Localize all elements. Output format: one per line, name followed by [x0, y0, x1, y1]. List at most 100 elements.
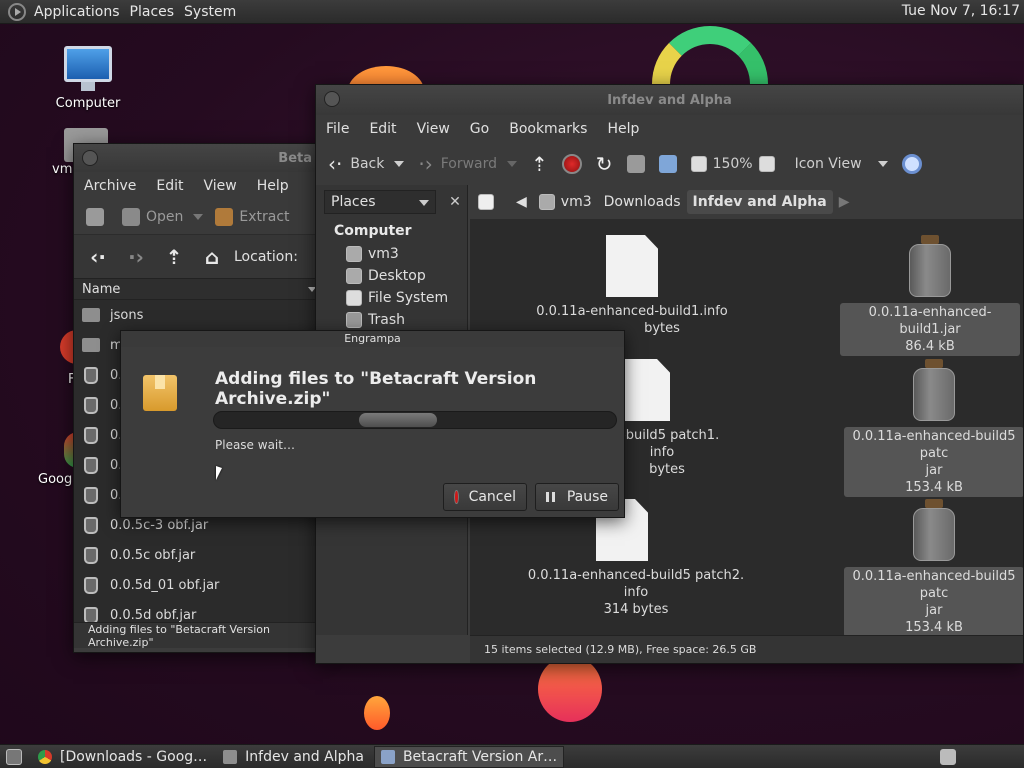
open-icon	[122, 208, 140, 226]
list-item[interactable]: 0.0.5d obf.jar	[74, 600, 322, 622]
menu-system[interactable]: System	[184, 4, 246, 20]
progress-dialog: Engrampa Adding files to "Betacraft Vers…	[120, 330, 625, 518]
window-menu-icon[interactable]	[82, 150, 98, 166]
forward-button[interactable]: ·› Forward	[418, 152, 518, 176]
cancel-button[interactable]: Cancel	[443, 483, 527, 511]
dialog-title[interactable]: Engrampa	[121, 331, 624, 347]
menu-applications[interactable]: Applications	[34, 4, 130, 20]
sidebar-item-file-system[interactable]: File System	[316, 287, 467, 309]
home-icon[interactable]: ⌂	[198, 243, 226, 271]
list-item[interactable]: jsons	[74, 300, 322, 330]
menu-edit[interactable]: Edit	[146, 178, 193, 194]
forward-arrow-icon: ·›	[418, 152, 433, 176]
menu-view[interactable]: View	[194, 178, 247, 194]
reload-icon[interactable]: ↻	[596, 152, 613, 176]
file-name: 0.0.5c-3 obf.jar	[110, 517, 209, 533]
new-archive-icon[interactable]	[86, 208, 104, 226]
jar-file-icon	[84, 546, 98, 564]
back-arrow-icon[interactable]: ‹·	[84, 243, 112, 271]
file-name: 0.0.5d obf.jar	[110, 607, 197, 623]
file-name: 0.0.11a-enhanced-build5 patc	[852, 429, 1016, 461]
file-size: 86.4 kB	[905, 339, 955, 354]
zoom-level: 150%	[712, 156, 753, 172]
list-item[interactable]: 0.0.5d_01 obf.jar	[74, 570, 322, 600]
task-label: Infdev and Alpha	[245, 748, 364, 765]
zoom-in-icon[interactable]	[758, 156, 775, 172]
extract-label: Extract	[239, 209, 290, 225]
menu-archive[interactable]: Archive	[74, 178, 146, 194]
file-manager-titlebar[interactable]: Infdev and Alpha	[316, 85, 1023, 115]
up-arrow-icon[interactable]: ⇡	[160, 243, 188, 271]
computer-button[interactable]	[658, 155, 677, 173]
window-menu-icon[interactable]	[324, 91, 340, 107]
view-mode-dropdown-icon	[877, 161, 888, 167]
mate-logo-icon[interactable]	[8, 2, 26, 21]
stop-button[interactable]	[561, 154, 582, 174]
archive-titlebar[interactable]: Beta	[74, 144, 322, 172]
trash-icon	[346, 312, 362, 328]
progress-label: Please wait…	[215, 438, 295, 452]
menu-edit[interactable]: Edit	[359, 121, 406, 137]
desktop-icon-computer[interactable]: Computer	[48, 46, 128, 111]
clock[interactable]: Tue Nov 7, 16:17	[902, 3, 1020, 19]
file-item[interactable]: 0.0.11a-enhanced-build5 patc jar 153.4 kB	[844, 359, 1023, 497]
home-button[interactable]	[626, 155, 645, 173]
breadcrumb-downloads[interactable]: Downloads	[598, 190, 687, 214]
pause-label: Pause	[566, 489, 608, 505]
breadcrumb-left-icon[interactable]: ◀	[510, 190, 533, 214]
file-item[interactable]: 0.0.11a-enhanced-build1.jar 86.4 kB	[840, 235, 1020, 356]
file-item[interactable]: 0.0.11a-enhanced-build5 patc jar 153.4 kB	[844, 499, 1023, 635]
forward-arrow-icon[interactable]: ·›	[122, 243, 150, 271]
desktop-icon-chrome[interactable]: Goog	[38, 432, 78, 487]
open-dropdown-icon[interactable]	[193, 214, 204, 220]
jar-file-icon	[84, 366, 98, 384]
jar-file-icon	[84, 426, 98, 444]
task-file-manager[interactable]: Infdev and Alpha	[217, 746, 370, 768]
menu-places[interactable]: Places	[130, 4, 185, 20]
breadcrumb-vm3[interactable]: vm3	[533, 190, 598, 214]
sidebar-item-desktop[interactable]: Desktop	[316, 265, 467, 287]
back-dropdown-icon[interactable]	[394, 161, 405, 167]
chrome-icon	[38, 749, 52, 764]
breadcrumb-current[interactable]: Infdev and Alpha	[686, 190, 833, 214]
task-chrome[interactable]: [Downloads - Goog…	[32, 746, 213, 768]
menu-bookmarks[interactable]: Bookmarks	[499, 121, 597, 137]
edit-location-icon[interactable]	[478, 194, 494, 210]
zoom-out-icon[interactable]	[690, 156, 707, 172]
back-arrow-icon: ‹·	[328, 152, 343, 176]
close-sidebar-icon[interactable]: ✕	[444, 191, 466, 213]
forward-dropdown-icon[interactable]	[507, 161, 518, 167]
file-item[interactable]: 0.0.11a-enhanced-build1.info bytes	[532, 235, 732, 337]
list-item[interactable]: 0.0.5c obf.jar	[74, 540, 322, 570]
menu-help[interactable]: Help	[597, 121, 649, 137]
archive-toolbar: Open Extract	[74, 200, 322, 234]
menu-go[interactable]: Go	[460, 121, 499, 137]
pause-button[interactable]: Pause	[535, 483, 619, 511]
extract-button[interactable]: Extract	[215, 208, 290, 226]
jar-file-icon	[84, 396, 98, 414]
sidebar-item-vm3[interactable]: vm3	[316, 243, 467, 265]
view-mode-select[interactable]: Icon View	[795, 156, 888, 172]
search-button[interactable]	[901, 154, 922, 174]
desktop-folder-icon	[346, 268, 362, 284]
menu-help[interactable]: Help	[247, 178, 299, 194]
workspace-switcher-icon[interactable]	[940, 749, 956, 765]
show-desktop-icon[interactable]	[6, 748, 22, 765]
open-button[interactable]: Open	[122, 208, 204, 226]
text-file-icon	[606, 235, 658, 297]
back-button[interactable]: ‹· Back	[328, 152, 405, 176]
zoom-control[interactable]: 150%	[690, 156, 781, 172]
sidebar-item-trash[interactable]: Trash	[316, 309, 467, 331]
breadcrumb-right-icon[interactable]: ▶	[833, 190, 856, 214]
menu-file[interactable]: File	[316, 121, 359, 137]
name-column-header[interactable]: Name	[74, 278, 322, 300]
archive-box-icon	[143, 375, 177, 411]
up-arrow-icon[interactable]: ⇡	[531, 152, 548, 176]
sidebar-selector[interactable]: Places	[324, 190, 436, 214]
sidebar-selector-label: Places	[331, 194, 376, 210]
menu-view[interactable]: View	[407, 121, 460, 137]
task-archive-manager[interactable]: Betacraft Version Ar…	[373, 745, 565, 768]
home-folder-icon	[538, 194, 555, 210]
folder-icon	[82, 338, 100, 352]
jar-file-icon	[84, 606, 98, 622]
